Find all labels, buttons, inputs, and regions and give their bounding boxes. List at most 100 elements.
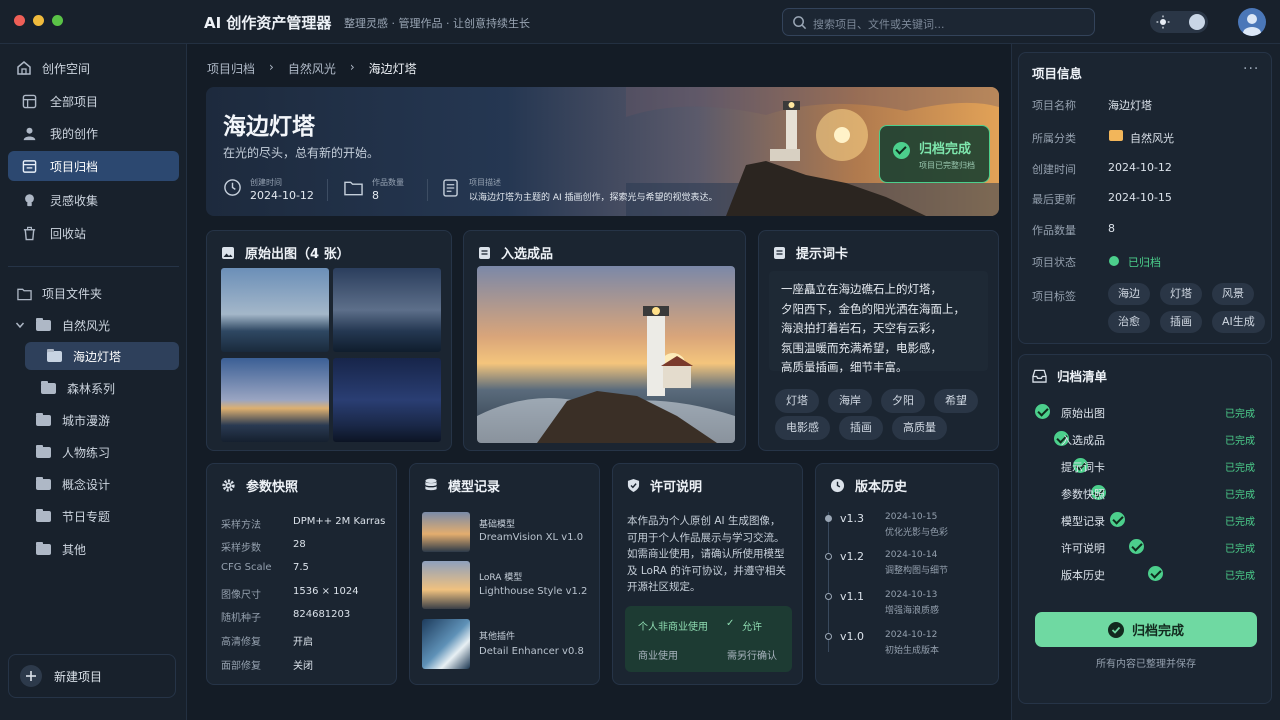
project-tag[interactable]: 插画 — [1160, 311, 1202, 333]
hero-banner: 海边灯塔 在光的尽头，总有新的开始。 创建时间 2024-10-12 作品数量 … — [206, 87, 999, 216]
history-panel: 版本历史 v1.3 2024-10-15 优化光影与色彩 v1.2 2024-1… — [815, 463, 999, 685]
breadcrumb-item[interactable]: 自然风光 — [288, 60, 336, 77]
folder-nature[interactable]: 自然风光 — [15, 311, 110, 339]
project-tag[interactable]: AI生成 — [1212, 311, 1265, 333]
sidebar-item-my-creations[interactable]: 我的创作 — [8, 118, 179, 148]
project-tag[interactable]: 风景 — [1212, 283, 1254, 305]
selected-image[interactable] — [477, 266, 735, 443]
originals-title: 原始出图（4 张） — [245, 247, 350, 262]
info-value: 2024-10-15 — [1108, 191, 1172, 204]
sidebar-item-inspiration[interactable]: 灵感收集 — [8, 185, 179, 215]
info-key: 所属分类 — [1032, 132, 1076, 145]
home-icon — [17, 61, 31, 75]
checklist-item: 参数快照 — [1061, 488, 1105, 501]
check-circle-icon — [1110, 512, 1126, 527]
checklist-status: 已完成 — [1225, 544, 1255, 555]
folder-label: 自然风光 — [62, 318, 111, 333]
desc-label: 项目描述 — [469, 178, 501, 187]
lighthouse-illustration — [477, 306, 735, 443]
model-value: Detail Enhancer v0.8 — [479, 646, 584, 657]
license-panel: 许可说明 本作品为个人原创 AI 生成图像， 可用于个人作品展示与学习交流。 如… — [612, 463, 803, 685]
close-window-button[interactable] — [14, 15, 25, 26]
param-key: 采样步数 — [221, 543, 261, 554]
version-note: 优化光影与色彩 — [885, 528, 949, 538]
project-tag[interactable]: 治愈 — [1108, 311, 1150, 333]
prompt-tag[interactable]: 海岸 — [828, 389, 872, 413]
version-label[interactable]: v1.0 — [840, 630, 864, 643]
folder-lighthouse[interactable]: 海边灯塔 — [25, 342, 179, 370]
maximize-window-button[interactable] — [52, 15, 63, 26]
prompt-tag[interactable]: 高质量 — [892, 416, 947, 440]
more-options-icon[interactable]: ··· — [1243, 61, 1259, 77]
prompt-tag[interactable]: 电影感 — [775, 416, 830, 440]
sidebar-item-all-projects[interactable]: 全部项目 — [8, 86, 179, 116]
prompt-line: 夕阳西下，金色的阳光洒在海面上， — [781, 301, 965, 316]
original-image-1[interactable] — [221, 268, 329, 352]
clock-icon — [830, 478, 845, 493]
sidebar-item-project-archive[interactable]: 项目归档 — [8, 151, 179, 181]
timeline-dot — [825, 633, 832, 640]
folder-label: 节日专题 — [62, 509, 111, 524]
checklist-panel: 归档清单 原始出图 已完成 入选成品 已完成 提示词卡 已完成 参数快照 已完成… — [1018, 354, 1272, 704]
avatar[interactable] — [1238, 8, 1266, 36]
folders-header: 项目文件夹 — [17, 285, 102, 302]
original-image-4[interactable] — [333, 358, 441, 442]
sidebar-item-trash[interactable]: 回收站 — [8, 218, 179, 248]
params-title: 参数快照 — [246, 480, 299, 495]
version-label[interactable]: v1.1 — [840, 590, 864, 603]
version-label[interactable]: v1.3 — [840, 512, 864, 525]
archive-status-badge: 归档完成 项目已完整归档 — [879, 125, 990, 183]
breadcrumb-current: 海边灯塔 — [368, 62, 417, 76]
folder-forest[interactable]: 森林系列 — [41, 374, 115, 402]
param-key: 随机种子 — [221, 613, 261, 624]
app-title: AI 创作资产管理器 — [204, 14, 332, 32]
model-key: 其他插件 — [479, 632, 516, 642]
sidebar-item-label: 灵感收集 — [50, 193, 99, 208]
folder-label: 其他 — [62, 542, 87, 557]
folder-people[interactable]: 人物练习 — [36, 438, 110, 466]
breadcrumb-item[interactable]: 项目归档 — [207, 60, 255, 77]
trash-icon — [23, 226, 36, 240]
desc-value: 以海边灯塔为主题的 AI 插画创作，探索光与希望的视觉表达。 — [469, 193, 718, 203]
original-image-2[interactable] — [333, 268, 441, 352]
param-key: CFG Scale — [221, 562, 272, 573]
prompt-tag[interactable]: 夕阳 — [881, 389, 925, 413]
folder-concept[interactable]: 概念设计 — [36, 470, 110, 498]
timeline-dot — [825, 515, 832, 522]
sidebar-item-workspace[interactable]: 创作空间 — [4, 53, 175, 83]
original-image-3[interactable] — [221, 358, 329, 442]
sun-icon — [1156, 15, 1170, 29]
folder-label: 森林系列 — [67, 381, 116, 396]
new-project-button[interactable]: 新建项目 — [8, 654, 176, 698]
prompt-panel: 提示词卡 一座矗立在海边礁石上的灯塔， 夕阳西下，金色的阳光洒在海面上， 海浪拍… — [758, 230, 999, 451]
archive-complete-button[interactable]: 归档完成 — [1035, 612, 1257, 647]
checklist-status: 已完成 — [1225, 436, 1255, 447]
model-value: DreamVision XL v1.0 — [479, 532, 584, 543]
created-label: 创建时间 — [250, 178, 282, 187]
folder-label: 海边灯塔 — [73, 349, 122, 364]
prompt-tag[interactable]: 希望 — [934, 389, 978, 413]
info-key: 项目名称 — [1032, 99, 1076, 112]
search-input[interactable]: 搜索项目、文件或关键词... — [782, 8, 1095, 36]
folder-icon — [344, 181, 363, 196]
prompt-tag[interactable]: 灯塔 — [775, 389, 819, 413]
prompt-tag[interactable]: 插画 — [839, 416, 883, 440]
project-tag[interactable]: 灯塔 — [1160, 283, 1202, 305]
folder-icon — [41, 380, 56, 394]
param-value: 824681203 — [293, 609, 351, 620]
models-title: 模型记录 — [448, 480, 501, 495]
checklist-item: 原始出图 — [1061, 407, 1105, 420]
project-title: 海边灯塔 — [223, 114, 315, 140]
breadcrumb-separator-icon: › — [349, 60, 355, 74]
theme-toggle[interactable] — [1150, 11, 1208, 33]
folder-other[interactable]: 其他 — [36, 535, 86, 563]
minimize-window-button[interactable] — [33, 15, 44, 26]
version-label[interactable]: v1.2 — [840, 550, 864, 563]
folder-icon — [36, 317, 51, 331]
folder-holiday[interactable]: 节日专题 — [36, 502, 110, 530]
project-tag[interactable]: 海边 — [1108, 283, 1150, 305]
top-bar: AI 创作资产管理器 整理灵感 · 管理作品 · 让创意持续生长 搜索项目、文件… — [0, 0, 1280, 44]
plus-icon — [20, 665, 42, 687]
version-note: 初始生成版本 — [885, 646, 940, 656]
folder-city[interactable]: 城市漫游 — [36, 406, 110, 434]
